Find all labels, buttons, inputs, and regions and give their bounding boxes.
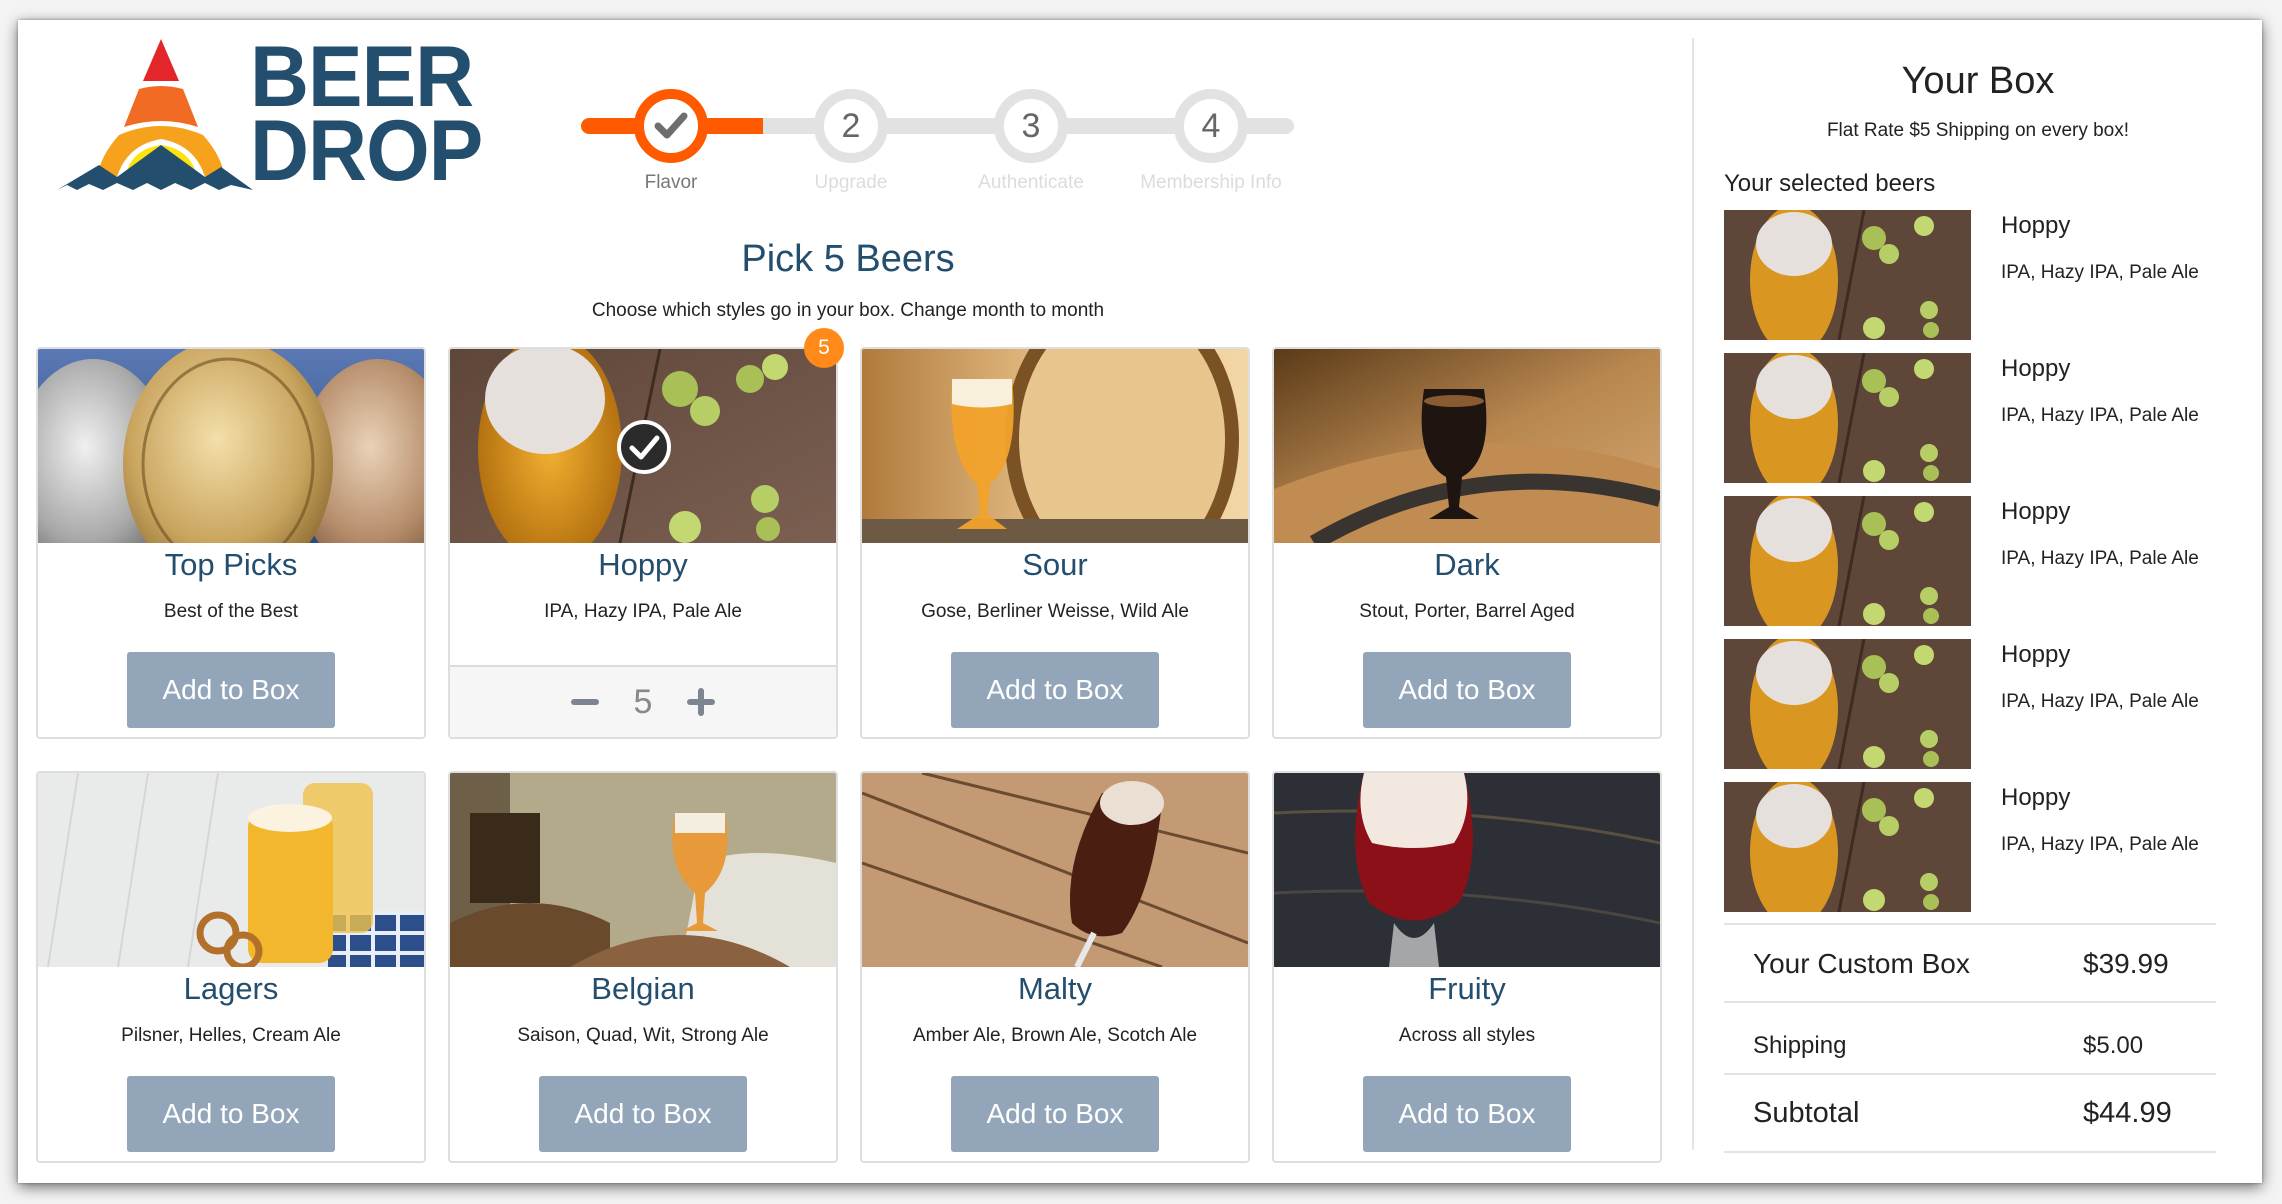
selected-beer-item: Hoppy IPA, Hazy IPA, Pale Ale [1724,782,2224,916]
minus-icon [570,699,599,705]
selected-check-icon [616,419,672,475]
step-label-membership-info: Membership Info [1140,172,1282,193]
quantity-badge: 5 [804,328,844,368]
totals-row-shipping: Shipping $5.00 [1753,1032,2193,1060]
plus-icon [687,688,716,716]
malty-image [862,773,1248,967]
add-to-box-button[interactable]: Add to Box [539,1076,747,1152]
card-title: Belgian [591,971,695,1006]
totals-divider [1724,1073,2216,1075]
app-window: BEER DROP 2 3 4 Flavor Upgrade Authentic… [18,20,2262,1183]
card-description: Best of the Best [163,601,299,622]
sour-image [862,349,1248,543]
beer-card-top-picks: Top Picks Best of the Best Add to Box [36,347,426,739]
selected-beer-name: Hoppy [2001,212,2071,239]
beer-card-lagers: Lagers Pilsner, Helles, Cream Ale Add to… [36,771,426,1163]
check-icon [654,112,688,139]
page-subtitle: Choose which styles go in your box. Chan… [591,300,1105,321]
step-label-upgrade: Upgrade [814,172,888,193]
totals-label: Subtotal [1753,1097,1860,1129]
totals-row-subtotal: Subtotal $44.99 [1753,1097,2193,1130]
add-to-box-button[interactable]: Add to Box [1363,652,1571,728]
totals-divider [1724,1151,2216,1153]
selected-beer-thumbnail [1724,782,1971,912]
page-title: Pick 5 Beers [741,238,955,280]
selected-beer-item: Hoppy IPA, Hazy IPA, Pale Ale [1724,639,2224,773]
quantity-stepper: 5 [450,665,836,737]
logo-mountain-sun-icon [57,39,253,190]
card-description: Pilsner, Helles, Cream Ale [121,1025,341,1046]
beer-drop-logo[interactable]: BEER DROP [55,29,525,199]
beer-card-hoppy: 5 Hoppy IPA, Hazy IPA, Pale Ale 5 [448,328,844,739]
selected-beer-styles: IPA, Hazy IPA, Pale Ale [2001,834,2199,855]
totals-divider [1724,923,2216,925]
step-3-authenticate[interactable]: 3 [994,89,1068,163]
card-description: Amber Ale, Brown Ale, Scotch Ale [912,1025,1198,1046]
add-to-box-button[interactable]: Add to Box [127,652,335,728]
selected-beer-item: Hoppy IPA, Hazy IPA, Pale Ale [1724,210,2224,344]
card-title: Fruity [1428,971,1506,1006]
selected-beer-styles: IPA, Hazy IPA, Pale Ale [2001,262,2199,283]
fruity-image [1274,773,1660,967]
top-picks-image [38,349,424,543]
selected-beer-thumbnail [1724,639,1971,769]
card-description: Saison, Quad, Wit, Strong Ale [517,1025,769,1046]
card-title: Sour [1022,547,1088,582]
beer-card-dark: Dark Stout, Porter, Barrel Aged Add to B… [1272,347,1662,739]
selected-beer-name: Hoppy [2001,355,2071,382]
checkout-progress-stepper: 2 3 4 Flavor Upgrade Authenticate Member… [566,62,1306,212]
selected-beer-styles: IPA, Hazy IPA, Pale Ale [2001,548,2199,569]
selected-beer-thumbnail [1724,353,1971,483]
card-description: Gose, Berliner Weisse, Wild Ale [921,601,1189,622]
card-title: Dark [1434,547,1500,582]
lagers-image [38,773,424,967]
decrement-button[interactable] [570,687,600,717]
belgian-image [450,773,836,967]
beer-card-fruity: Fruity Across all styles Add to Box [1272,771,1662,1163]
add-to-box-button[interactable]: Add to Box [1363,1076,1571,1152]
sidebar-title: Your Box [1901,60,2055,102]
step-label-authenticate: Authenticate [978,172,1084,193]
selected-beer-styles: IPA, Hazy IPA, Pale Ale [2001,691,2199,712]
add-to-box-button[interactable]: Add to Box [951,1076,1159,1152]
card-title: Malty [1017,971,1093,1006]
selected-beer-item: Hoppy IPA, Hazy IPA, Pale Ale [1724,353,2224,487]
logo-wordmark: BEER DROP [250,29,483,199]
increment-button[interactable] [686,687,716,717]
sidebar-subtitle: Flat Rate $5 Shipping on every box! [1826,120,2130,141]
card-description: IPA, Hazy IPA, Pale Ale [544,601,742,622]
step-1-flavor[interactable] [634,89,708,163]
card-title: Hoppy [598,547,688,582]
beer-card-sour: Sour Gose, Berliner Weisse, Wild Ale Add… [860,347,1250,739]
totals-value: $5.00 [2083,1032,2144,1059]
selected-beer-thumbnail [1724,496,1971,626]
selected-beer-name: Hoppy [2001,498,2071,525]
selected-beer-name: Hoppy [2001,784,2071,811]
selected-beer-styles: IPA, Hazy IPA, Pale Ale [2001,405,2199,426]
selected-beer-item: Hoppy IPA, Hazy IPA, Pale Ale [1724,496,2224,630]
totals-label: Shipping [1753,1032,1847,1059]
card-title: Lagers [183,971,279,1006]
dark-image [1274,349,1660,543]
add-to-box-button[interactable]: Add to Box [127,1076,335,1152]
card-description: Across all styles [1398,1025,1536,1046]
totals-divider [1724,1001,2216,1003]
selected-beer-thumbnail [1724,210,1971,340]
totals-row-custom-box: Your Custom Box $39.99 [1753,948,2193,980]
totals-value: $39.99 [2083,948,2169,979]
step-2-upgrade[interactable]: 2 [814,89,888,163]
card-description: Stout, Porter, Barrel Aged [1359,601,1575,622]
beer-card-malty: Malty Amber Ale, Brown Ale, Scotch Ale A… [860,771,1250,1163]
quantity-value: 5 [633,682,653,721]
sidebar-divider [1692,38,1694,1150]
totals-value: $44.99 [2083,1097,2172,1129]
totals-label: Your Custom Box [1753,948,1970,979]
step-4-membership-info[interactable]: 4 [1174,89,1248,163]
add-to-box-button[interactable]: Add to Box [951,652,1159,728]
selected-beer-name: Hoppy [2001,641,2071,668]
beer-card-belgian: Belgian Saison, Quad, Wit, Strong Ale Ad… [448,771,838,1163]
selected-beers-heading: Your selected beers [1724,170,1936,197]
step-label-flavor: Flavor [644,172,698,193]
card-title: Top Picks [164,547,298,582]
